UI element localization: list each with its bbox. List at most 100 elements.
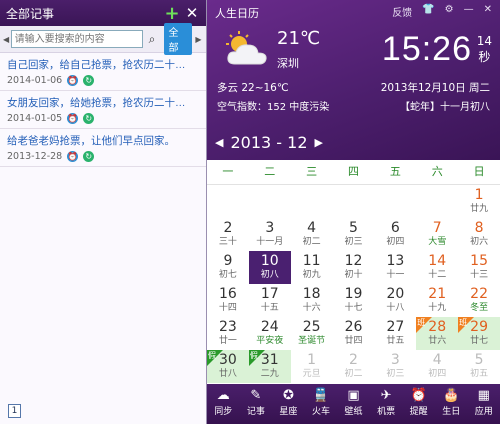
lunar-label: 十五 — [260, 303, 279, 313]
add-memo-icon[interactable]: + — [163, 3, 181, 24]
weekday-label: 日 — [473, 165, 485, 178]
calendar-day[interactable]: 13 十一 — [374, 251, 416, 284]
right-arrow-icon[interactable]: ▶ — [195, 35, 203, 44]
calendar-day[interactable]: 3 十一月 — [249, 218, 291, 251]
lunar-label: 廿六 — [428, 336, 447, 346]
day-number: 9 — [223, 253, 233, 269]
calendar-day[interactable]: 班 29 廿七 — [458, 317, 500, 350]
calendar-day[interactable]: 21 十九 — [416, 284, 458, 317]
calendar-day — [374, 185, 416, 218]
weekday-label: 四 — [347, 165, 359, 178]
day-tag-label: 假 — [208, 351, 216, 360]
calendar-week: 2 三十 3 十一月 4 初二 5 初三 6 初四 7 大雪 8 初六 — [207, 218, 500, 251]
memo-item[interactable]: 女朋友回家，给她抢票，抢农历二十… 2014-01-05 ⏰ ↻ — [0, 91, 206, 129]
calendar-day[interactable]: 假 30 廿八 — [207, 350, 249, 383]
calendar-day[interactable]: 23 廿一 — [207, 317, 249, 350]
calendar-day[interactable]: 25 圣诞节 — [291, 317, 333, 350]
toolbar-horoscope[interactable]: ✪ 星座 — [272, 384, 305, 424]
page-number[interactable]: 1 — [8, 404, 21, 418]
toolbar-wallpaper[interactable]: ▣ 壁纸 — [337, 384, 370, 424]
calendar-day[interactable]: 5 初三 — [333, 218, 375, 251]
day-number: 15 — [470, 253, 488, 269]
close-window-icon[interactable]: ✕ — [484, 4, 492, 19]
calendar-day[interactable]: 18 十六 — [291, 284, 333, 317]
alarm-clock-icon[interactable]: ⏰ — [67, 151, 79, 162]
close-icon[interactable]: ✕ — [184, 4, 200, 22]
calendar-day[interactable]: 2 三十 — [207, 218, 249, 251]
calendar-day[interactable]: 8 初六 — [458, 218, 500, 251]
calendar-day[interactable]: 11 初九 — [291, 251, 333, 284]
calendar-day[interactable]: 26 廿四 — [333, 317, 375, 350]
toolbar-train[interactable]: 🚆 火车 — [305, 384, 338, 424]
toolbar-flight[interactable]: ✈ 机票 — [370, 384, 403, 424]
settings-icon[interactable]: ⚙ — [445, 4, 454, 19]
calendar-day[interactable]: 6 初四 — [374, 218, 416, 251]
search-icon[interactable]: ⌕ — [143, 32, 162, 47]
calendar-day[interactable]: 17 十五 — [249, 284, 291, 317]
calendar-day[interactable]: 19 十七 — [333, 284, 375, 317]
lunar-label: 初九 — [302, 270, 321, 280]
city[interactable]: 深圳 — [277, 55, 299, 71]
cloudy-sun-icon — [226, 31, 267, 65]
weekday-label: 二 — [264, 165, 276, 178]
calendar-day[interactable]: 9 初七 — [207, 251, 249, 284]
calendar-day[interactable]: 15 十三 — [458, 251, 500, 284]
calendar-day[interactable]: 2 初二 — [333, 350, 375, 383]
toolbar-label: 记事 — [246, 407, 265, 417]
skin-icon[interactable]: 👕 — [422, 4, 434, 19]
calendar-day[interactable]: 5 初五 — [458, 350, 500, 383]
calendar-week: 9 初七 10 初八 11 初九 12 初十 13 十一 14 十二 15 十三 — [207, 251, 500, 284]
calendar-day[interactable]: 假 31 二九 — [248, 350, 291, 383]
memo-list: 自己回家，给自己抢票，抢农历二十… 2014-01-06 ⏰ ↻ 女朋友回家，给她抢票，… — [0, 53, 206, 167]
calendar-day[interactable]: 22 冬至 — [458, 284, 500, 317]
memo-text[interactable]: 女朋友回家，给她抢票，抢农历二十… — [7, 95, 200, 110]
next-month-icon[interactable]: ▶ — [315, 136, 323, 149]
calendar-day — [291, 185, 333, 218]
memo-item[interactable]: 自己回家，给自己抢票，抢农历二十… 2014-01-06 ⏰ ↻ — [0, 53, 206, 91]
calendar-day[interactable]: 10 初八 — [248, 251, 291, 284]
seconds-value: 14 — [476, 34, 492, 48]
calendar-day[interactable]: 4 初四 — [416, 350, 458, 383]
toolbar-birthday[interactable]: 🎂 生日 — [435, 384, 468, 424]
filter-all-button[interactable]: 全部 — [163, 23, 193, 55]
lunar-label: 初四 — [428, 369, 447, 379]
birthday-icon: 🎂 — [443, 388, 460, 403]
left-arrow-icon[interactable]: ◀ — [3, 35, 11, 44]
calendar-day[interactable]: 14 十二 — [416, 251, 458, 284]
memo-icon: ✎ — [250, 388, 262, 403]
feedback-button[interactable]: 反馈 — [392, 4, 412, 19]
calendar-day[interactable]: 12 初十 — [333, 251, 375, 284]
sync-icon: ↻ — [83, 113, 95, 124]
calendar-day[interactable]: 24 平安夜 — [249, 317, 291, 350]
minimize-icon[interactable]: — — [464, 4, 474, 19]
calendar-day[interactable]: 3 初三 — [374, 350, 416, 383]
calendar-day[interactable]: 20 十八 — [374, 284, 416, 317]
calendar-day[interactable]: 1 廿九 — [458, 185, 500, 218]
day-number: 3 — [390, 352, 400, 368]
calendar-day[interactable]: 4 初二 — [291, 218, 333, 251]
calendar-day[interactable]: 16 十四 — [207, 284, 249, 317]
calendar-day[interactable]: 1 元旦 — [291, 350, 333, 383]
toolbar-apps[interactable]: ▦ 应用 — [468, 384, 500, 424]
search-input[interactable] — [10, 30, 143, 48]
calendar-day[interactable]: 27 廿五 — [374, 317, 416, 350]
calendar-day[interactable]: 班 28 廿六 — [416, 317, 459, 350]
day-number: 4 — [307, 220, 317, 236]
air-quality: 空气指数：152 中度污染 — [217, 102, 330, 113]
app-title[interactable]: 人生日历 — [215, 5, 259, 21]
month-label[interactable]: 2013 - 12 — [230, 133, 307, 152]
toolbar-sync[interactable]: ☁ 同步 — [207, 384, 240, 424]
toolbar-reminder[interactable]: ⏰ 提醒 — [402, 384, 435, 424]
memo-text[interactable]: 自己回家，给自己抢票，抢农历二十… — [7, 57, 200, 72]
day-number: 25 — [302, 319, 321, 335]
seconds-label: 秒 — [478, 50, 491, 64]
memo-item[interactable]: 给老爸老妈抢票，让他们早点回家。 2013-12-28 ⏰ ↻ — [0, 129, 206, 167]
day-number: 12 — [344, 253, 363, 269]
memo-text[interactable]: 给老爸老妈抢票，让他们早点回家。 — [7, 133, 200, 148]
prev-month-icon[interactable]: ◀ — [215, 136, 223, 149]
calendar-day[interactable]: 7 大雪 — [416, 218, 458, 251]
alarm-clock-icon[interactable]: ⏰ — [67, 75, 79, 86]
day-number: 17 — [260, 286, 279, 302]
alarm-clock-icon[interactable]: ⏰ — [67, 113, 79, 124]
toolbar-memo[interactable]: ✎ 记事 — [240, 384, 273, 424]
